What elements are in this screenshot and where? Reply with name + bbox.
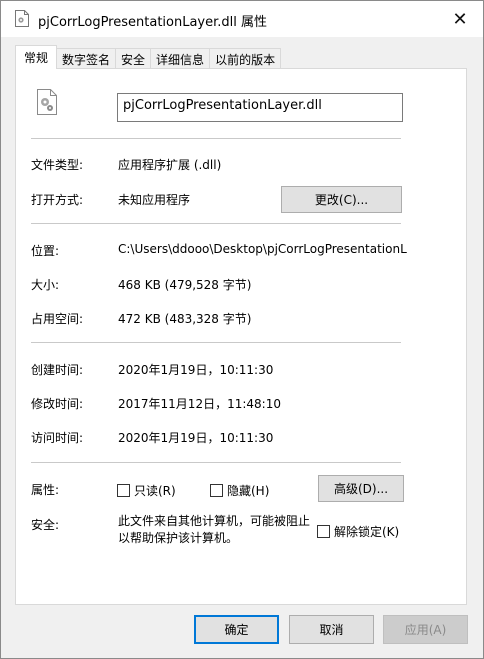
window-title: pjCorrLogPresentationLayer.dll 属性: [38, 15, 268, 30]
dll-gear-icon: [37, 89, 57, 115]
accessed-label: 访问时间:: [31, 431, 84, 445]
open-with-value: 未知应用程序: [118, 193, 191, 207]
unblock-checkbox[interactable]: 解除锁定(K): [317, 523, 399, 540]
advanced-button[interactable]: 高级(D)...: [318, 475, 404, 502]
divider: [31, 223, 401, 224]
open-with-label: 打开方式:: [31, 193, 84, 207]
hidden-checkbox[interactable]: 隐藏(H): [210, 482, 269, 499]
hidden-label: 隐藏(H): [227, 484, 270, 498]
tab-bar: 常规 数字签名 安全 详细信息 以前的版本: [15, 45, 282, 69]
attributes-label: 属性:: [31, 483, 60, 497]
readonly-label: 只读(R): [134, 484, 176, 498]
created-label: 创建时间:: [31, 363, 84, 377]
dll-file-icon: [15, 10, 29, 27]
title-bar: pjCorrLogPresentationLayer.dll 属性 ✕: [1, 1, 483, 37]
tab-general[interactable]: 常规: [15, 45, 58, 69]
tab-security[interactable]: 安全: [115, 48, 152, 69]
size-on-disk-label: 占用空间:: [31, 312, 84, 326]
location-value: C:\Users\ddooo\Desktop\pjCorrLogPresenta…: [118, 242, 407, 256]
checkbox-box[interactable]: [317, 525, 330, 538]
tab-details[interactable]: 详细信息: [150, 48, 211, 69]
created-value: 2020年1月19日，10:11:30: [118, 363, 274, 377]
divider: [31, 462, 401, 463]
divider: [31, 138, 401, 139]
file-type-label: 文件类型:: [31, 158, 84, 172]
modified-value: 2017年11月12日，11:48:10: [118, 397, 281, 411]
properties-dialog: pjCorrLogPresentationLayer.dll 属性 ✕ 常规 数…: [0, 0, 484, 659]
cancel-button[interactable]: 取消: [289, 615, 374, 644]
file-name-field[interactable]: pjCorrLogPresentationLayer.dll: [117, 93, 403, 122]
change-button[interactable]: 更改(C)...: [281, 186, 402, 213]
security-warning-text: 此文件来自其他计算机，可能被阻止以帮助保护该计算机。: [118, 514, 311, 545]
checkbox-box[interactable]: [210, 484, 223, 497]
location-label: 位置:: [31, 244, 60, 258]
divider: [31, 342, 401, 343]
close-icon: ✕: [452, 8, 468, 30]
size-value: 468 KB (479,528 字节): [118, 278, 252, 292]
tab-previous-versions[interactable]: 以前的版本: [209, 48, 282, 69]
checkbox-box[interactable]: [117, 484, 130, 497]
apply-button[interactable]: 应用(A): [383, 615, 468, 644]
security-label: 安全:: [31, 518, 60, 532]
unblock-label: 解除锁定(K): [334, 525, 400, 539]
file-type-value: 应用程序扩展 (.dll): [118, 158, 222, 172]
size-on-disk-value: 472 KB (483,328 字节): [118, 312, 252, 326]
accessed-value: 2020年1月19日，10:11:30: [118, 431, 274, 445]
size-label: 大小:: [31, 278, 60, 292]
ok-button[interactable]: 确定: [194, 615, 279, 644]
readonly-checkbox[interactable]: 只读(R): [117, 482, 176, 499]
tab-digital-signatures[interactable]: 数字签名: [56, 48, 117, 69]
close-button[interactable]: ✕: [437, 1, 483, 37]
modified-label: 修改时间:: [31, 397, 84, 411]
